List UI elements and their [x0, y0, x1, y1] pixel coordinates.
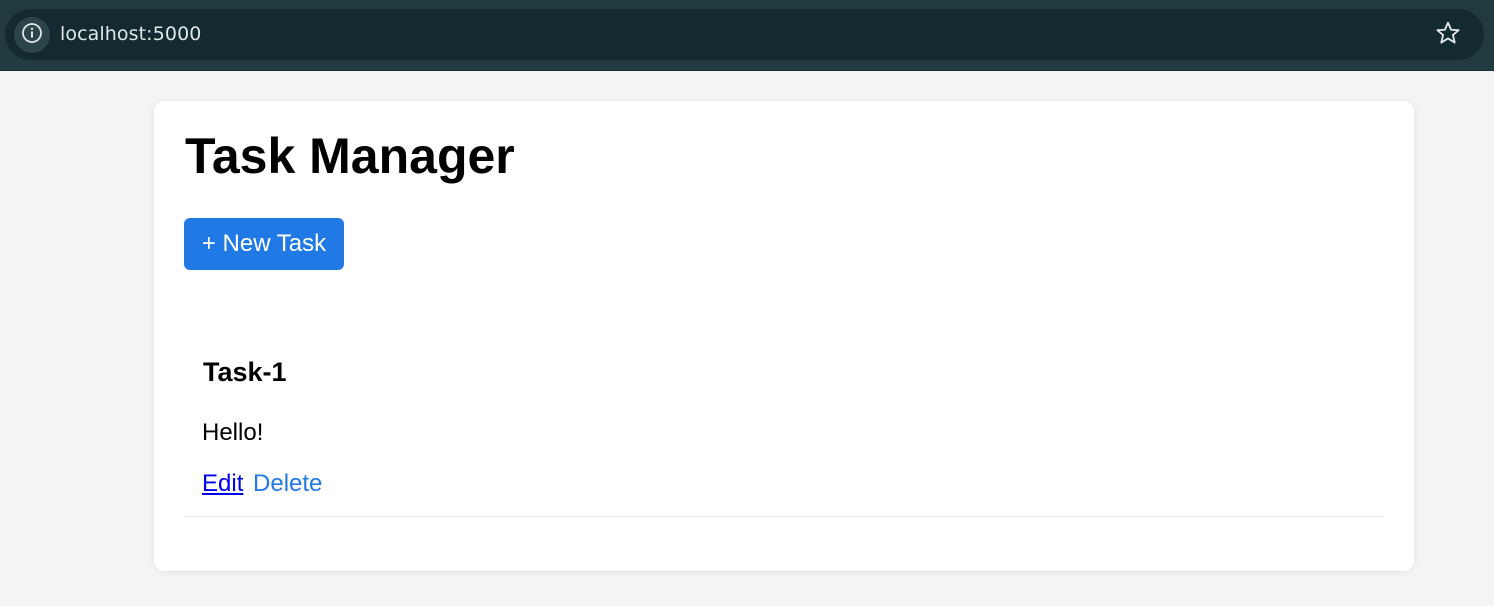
url-text[interactable]: localhost:5000 — [60, 23, 201, 45]
task-item: Task-1 Hello! Edit Delete — [184, 341, 1384, 517]
new-task-button[interactable]: + New Task — [184, 218, 344, 270]
site-info-button[interactable] — [14, 17, 50, 53]
task-manager-card: Task Manager + New Task Task-1 Hello! Ed… — [154, 101, 1414, 571]
info-circle-icon — [21, 22, 43, 49]
task-title: Task-1 — [203, 357, 287, 387]
edit-task-link[interactable]: Edit — [202, 470, 243, 497]
task-description: Hello! — [202, 419, 264, 446]
address-bar[interactable]: localhost:5000 — [5, 9, 1484, 60]
page-title: Task Manager — [185, 128, 515, 184]
browser-toolbar: localhost:5000 — [0, 0, 1494, 71]
bookmark-button[interactable] — [1434, 21, 1462, 49]
delete-task-link[interactable]: Delete — [253, 470, 322, 497]
task-actions: Edit Delete — [202, 470, 322, 498]
star-outline-icon — [1435, 20, 1461, 51]
